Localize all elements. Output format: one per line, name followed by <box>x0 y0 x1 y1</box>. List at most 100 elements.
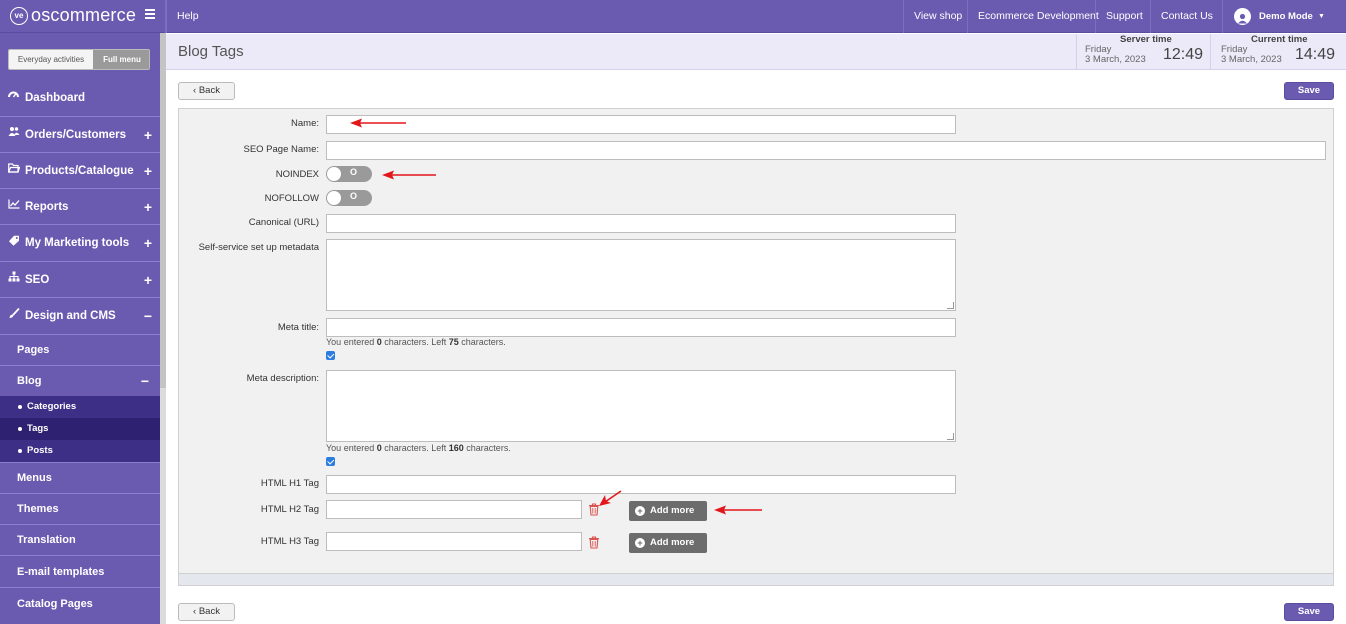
support-link[interactable]: Support <box>1095 0 1153 33</box>
users-icon <box>8 117 20 153</box>
meta-title-label: Meta title: <box>277 322 319 333</box>
save-button[interactable]: Save <box>1284 82 1334 100</box>
form-footer-bar <box>179 573 1333 585</box>
collapse-icon[interactable]: − <box>144 298 152 335</box>
sidebar-item-blog[interactable]: Blog − <box>0 365 160 396</box>
sidebar-item-menus[interactable]: Menus <box>0 462 160 493</box>
sidebar-item-dashboard[interactable]: Dashboard <box>0 80 160 116</box>
add-more-h2-button[interactable]: + Add more <box>629 501 707 521</box>
server-date: 3 March, 2023 <box>1085 54 1146 65</box>
plus-icon: + <box>635 506 645 516</box>
scrollbar-thumb[interactable] <box>160 33 166 388</box>
add-more-h3-button[interactable]: + Add more <box>629 533 707 553</box>
sidebar-item-tags[interactable]: Tags <box>0 418 160 440</box>
counter-text: characters. Left <box>381 337 449 347</box>
user-name: Demo Mode <box>1259 11 1313 22</box>
sidebar-item-label: Pages <box>17 344 50 356</box>
nofollow-toggle[interactable]: O <box>326 190 372 206</box>
resize-handle-icon[interactable] <box>947 302 954 309</box>
dashboard-icon <box>8 80 19 116</box>
sidebar-item-label: Menus <box>17 472 52 484</box>
expand-icon[interactable]: + <box>144 117 152 153</box>
resize-handle-icon[interactable] <box>947 433 954 440</box>
current-time-caption: Current time <box>1251 34 1308 45</box>
name-input[interactable] <box>326 115 956 134</box>
full-menu-button[interactable]: Full menu <box>93 50 149 69</box>
sidebar-item-products-catalogue[interactable]: Products/Catalogue + <box>0 152 160 188</box>
meta-description-label: Meta description: <box>246 373 319 384</box>
folder-icon <box>7 153 21 189</box>
trash-icon[interactable] <box>588 536 600 549</box>
page-header: Blog Tags Server time Friday 3 March, 20… <box>166 34 1346 70</box>
sidebar-item-marketing-tools[interactable]: My Marketing tools + <box>0 224 160 261</box>
metadata-textarea[interactable] <box>326 239 956 311</box>
help-link[interactable]: Help <box>166 0 209 33</box>
sidebar-item-label: SEO <box>25 274 50 286</box>
canonical-url-input[interactable] <box>326 214 956 233</box>
back-button[interactable]: ‹ Back <box>178 82 235 100</box>
tag-icon <box>8 225 20 262</box>
sidebar-item-pages[interactable]: Pages <box>0 334 160 365</box>
sidebar-item-label: Orders/Customers <box>25 129 126 141</box>
h3-tag-input[interactable] <box>326 532 582 551</box>
meta-description-textarea[interactable] <box>326 370 956 442</box>
h2-tag-label: HTML H2 Tag <box>260 504 319 515</box>
bullet-icon <box>18 427 22 431</box>
server-time: Server time Friday 3 March, 2023 12:49 <box>1076 34 1210 70</box>
h2-tag-input[interactable] <box>326 500 582 519</box>
sidebar-item-label: E-mail templates <box>17 566 105 578</box>
expand-icon[interactable]: + <box>144 189 152 225</box>
logo-text: oscommerce <box>31 5 137 25</box>
back-button-label: Back <box>198 85 220 96</box>
meta-title-input[interactable] <box>326 318 956 337</box>
h1-tag-input[interactable] <box>326 475 956 494</box>
add-more-label: Add more <box>650 537 695 548</box>
counter-left: 75 <box>448 337 459 347</box>
expand-icon[interactable]: + <box>144 225 152 262</box>
sidebar-item-label: Tags <box>27 423 49 434</box>
seo-page-name-input[interactable] <box>326 141 1326 160</box>
brush-icon <box>8 298 20 335</box>
everyday-activities-button[interactable]: Everyday activities <box>9 50 93 69</box>
expand-icon[interactable]: + <box>144 153 152 189</box>
sidebar-item-reports[interactable]: Reports + <box>0 188 160 224</box>
sidebar-item-design-cms[interactable]: Design and CMS − <box>0 297 160 334</box>
expand-icon[interactable]: + <box>144 262 152 298</box>
sidebar-item-label: Dashboard <box>25 92 86 104</box>
server-time-value: 12:49 <box>1163 46 1204 63</box>
user-menu[interactable]: Demo Mode ▼ <box>1222 0 1346 33</box>
bullet-icon <box>18 405 22 409</box>
sidebar-item-label: Blog <box>17 375 42 387</box>
chevron-down-icon: ▼ <box>1318 13 1325 20</box>
meta-title-checkbox[interactable] <box>326 351 335 360</box>
current-time: Current time Friday 3 March, 2023 14:49 <box>1210 34 1346 70</box>
collapse-icon[interactable]: − <box>141 366 149 397</box>
page-title: Blog Tags <box>178 43 244 60</box>
sidebar-item-orders-customers[interactable]: Orders/Customers + <box>0 116 160 152</box>
save-button-bottom[interactable]: Save <box>1284 603 1334 621</box>
plus-icon: + <box>635 538 645 548</box>
menu-mode-switch: Everyday activities Full menu <box>8 49 150 70</box>
back-button-bottom[interactable]: ‹ Back <box>178 603 235 621</box>
sidebar-item-seo[interactable]: SEO + <box>0 261 160 297</box>
ecommerce-development-link[interactable]: Ecommerce Development <box>967 0 1109 33</box>
sidebar-item-posts[interactable]: Posts <box>0 440 160 462</box>
sidebar-item-label: Themes <box>17 503 59 515</box>
noindex-toggle[interactable]: O <box>326 166 372 182</box>
toggle-state: O <box>350 167 358 177</box>
meta-description-counter: You entered 0 characters. Left 160 chara… <box>326 443 511 453</box>
sidebar-item-categories[interactable]: Categories <box>0 396 160 418</box>
contact-us-link[interactable]: Contact Us <box>1150 0 1223 33</box>
sidebar-scrollbar[interactable] <box>160 33 166 624</box>
sidebar-item-label: Translation <box>17 534 76 546</box>
sidebar-item-themes[interactable]: Themes <box>0 493 160 524</box>
chart-line-icon <box>8 189 20 225</box>
sidebar-item-email-templates[interactable]: E-mail templates <box>0 555 160 587</box>
sidebar-item-label: Products/Catalogue <box>25 165 134 177</box>
hamburger-menu-icon[interactable] <box>145 9 155 19</box>
meta-description-checkbox[interactable] <box>326 457 335 466</box>
logo[interactable]: ve oscommerce <box>0 0 166 33</box>
sidebar-item-translation[interactable]: Translation <box>0 524 160 555</box>
view-shop-link[interactable]: View shop <box>903 0 972 33</box>
sidebar-item-catalog-pages[interactable]: Catalog Pages <box>0 587 160 619</box>
